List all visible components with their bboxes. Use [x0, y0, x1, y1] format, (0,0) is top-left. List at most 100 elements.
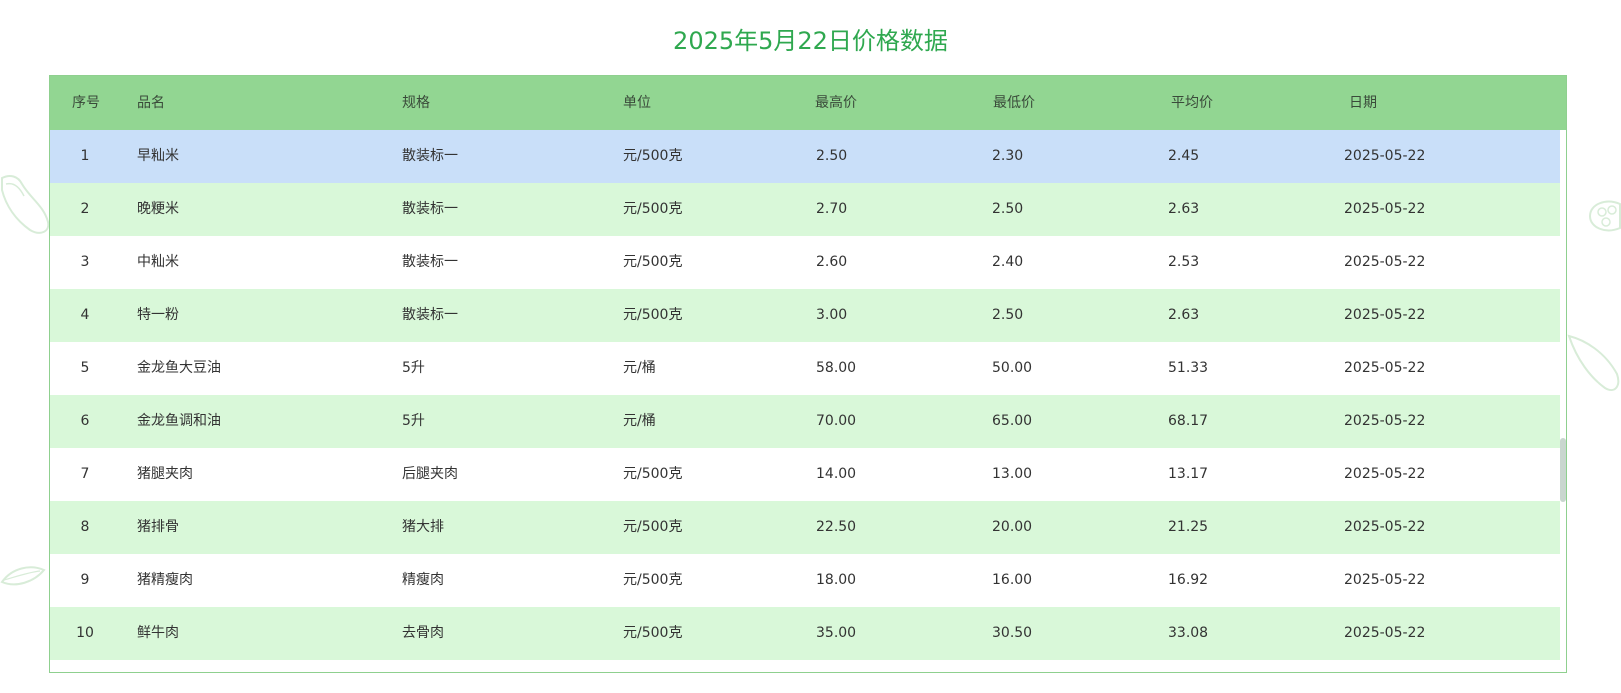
- header-unit[interactable]: 单位: [623, 76, 651, 130]
- cell-unit: 元/500克: [623, 201, 683, 217]
- cell-spec: 散装标一: [402, 201, 458, 217]
- header-high[interactable]: 最高价: [815, 76, 857, 130]
- table-row[interactable]: 7 猪腿夹肉 后腿夹肉 元/500克 14.00 13.00 13.17 202…: [50, 448, 1561, 501]
- cell-high: 70.00: [816, 413, 857, 429]
- cell-avg: 2.53: [1168, 254, 1200, 270]
- cell-unit: 元/500克: [623, 307, 683, 323]
- cell-high: 2.60: [816, 254, 848, 270]
- page-title: 2025年5月22日价格数据: [673, 27, 948, 55]
- cell-low: 2.40: [992, 254, 1024, 270]
- cell-high: 58.00: [816, 360, 857, 376]
- cell-date: 2025-05-22: [1344, 307, 1426, 323]
- cucumber-decoration-icon: [1567, 334, 1620, 392]
- table-row[interactable]: 8 猪排骨 猪大排 元/500克 22.50 20.00 21.25 2025-…: [50, 501, 1561, 554]
- cell-unit: 元/桶: [623, 413, 656, 429]
- cell-high: 35.00: [816, 625, 857, 641]
- cell-name: 鲜牛肉: [137, 625, 179, 641]
- table-row[interactable]: 5 金龙鱼大豆油 5升 元/桶 58.00 50.00 51.33 2025-0…: [50, 342, 1561, 395]
- cell-avg: 2.63: [1168, 307, 1200, 323]
- table-row[interactable]: 4 特一粉 散装标一 元/500克 3.00 2.50 2.63 2025-05…: [50, 289, 1561, 342]
- cell-date: 2025-05-22: [1344, 201, 1426, 217]
- cell-unit: 元/500克: [623, 572, 683, 588]
- cell-spec: 精瘦肉: [402, 572, 444, 588]
- cell-spec: 散装标一: [402, 254, 458, 270]
- table-row[interactable]: 1 早籼米 散装标一 元/500克 2.50 2.30 2.45 2025-05…: [50, 130, 1561, 183]
- cell-avg: 21.25: [1168, 519, 1209, 535]
- cell-name: 特一粉: [137, 307, 179, 323]
- cell-spec: 5升: [402, 413, 425, 429]
- header-low[interactable]: 最低价: [993, 76, 1035, 130]
- table-row[interactable]: 2 晚粳米 散装标一 元/500克 2.70 2.50 2.63 2025-05…: [50, 183, 1561, 236]
- cell-no: 6: [80, 413, 90, 429]
- cell-high: 14.00: [816, 466, 857, 482]
- cell-name: 猪腿夹肉: [137, 466, 193, 482]
- header-avg[interactable]: 平均价: [1171, 76, 1213, 130]
- header-spec[interactable]: 规格: [402, 76, 430, 130]
- price-page: 2025年5月22日价格数据 序号 品名 规格 单位 最高价 最低价 平均价 日…: [0, 0, 1621, 693]
- eggplant-decoration-icon: [0, 175, 50, 234]
- leaf-decoration-icon: [0, 566, 46, 586]
- cell-avg: 2.45: [1168, 148, 1200, 164]
- cell-avg: 2.63: [1168, 201, 1200, 217]
- cell-low: 2.50: [992, 307, 1024, 323]
- table-row[interactable]: 6 金龙鱼调和油 5升 元/桶 70.00 65.00 68.17 2025-0…: [50, 395, 1561, 448]
- table-row[interactable]: 9 猪精瘦肉 精瘦肉 元/500克 18.00 16.00 16.92 2025…: [50, 554, 1561, 607]
- vertical-scrollbar[interactable]: [1560, 130, 1566, 672]
- cell-high: 22.50: [816, 519, 857, 535]
- cell-avg: 13.17: [1168, 466, 1209, 482]
- cell-unit: 元/桶: [623, 360, 656, 376]
- cell-no: 9: [80, 572, 90, 588]
- cell-name: 中籼米: [137, 254, 179, 270]
- cell-high: 18.00: [816, 572, 857, 588]
- cell-date: 2025-05-22: [1344, 148, 1426, 164]
- cell-name: 猪精瘦肉: [137, 572, 193, 588]
- cell-high: 3.00: [816, 307, 848, 323]
- table-body: 1 早籼米 散装标一 元/500克 2.50 2.30 2.45 2025-05…: [50, 130, 1561, 660]
- scrollbar-thumb[interactable]: [1560, 438, 1566, 502]
- cell-date: 2025-05-22: [1344, 466, 1426, 482]
- cell-unit: 元/500克: [623, 466, 683, 482]
- cell-unit: 元/500克: [623, 148, 683, 164]
- cell-no: 7: [80, 466, 90, 482]
- header-date[interactable]: 日期: [1349, 76, 1377, 130]
- cell-name: 早籼米: [137, 148, 179, 164]
- cell-high: 2.70: [816, 201, 848, 217]
- cell-low: 65.00: [992, 413, 1033, 429]
- cell-spec: 后腿夹肉: [402, 466, 458, 482]
- cell-no: 8: [80, 519, 90, 535]
- header-name[interactable]: 品名: [137, 76, 165, 130]
- cell-date: 2025-05-22: [1344, 413, 1426, 429]
- cell-low: 2.50: [992, 201, 1024, 217]
- cell-spec: 散装标一: [402, 307, 458, 323]
- cell-unit: 元/500克: [623, 254, 683, 270]
- price-table: 序号 品名 规格 单位 最高价 最低价 平均价 日期 1 早籼米 散装标一 元/…: [49, 75, 1567, 673]
- table-row[interactable]: 10 鲜牛肉 去骨肉 元/500克 35.00 30.50 33.08 2025…: [50, 607, 1561, 660]
- cell-name: 晚粳米: [137, 201, 179, 217]
- cell-no: 4: [80, 307, 90, 323]
- cell-no: 2: [80, 201, 90, 217]
- header-no[interactable]: 序号: [72, 76, 100, 130]
- cell-no: 3: [80, 254, 90, 270]
- cell-no: 10: [76, 625, 94, 641]
- cell-low: 20.00: [992, 519, 1033, 535]
- cell-avg: 68.17: [1168, 413, 1209, 429]
- cell-date: 2025-05-22: [1344, 254, 1426, 270]
- cell-date: 2025-05-22: [1344, 519, 1426, 535]
- cell-low: 16.00: [992, 572, 1033, 588]
- table-row[interactable]: 3 中籼米 散装标一 元/500克 2.60 2.40 2.53 2025-05…: [50, 236, 1561, 289]
- cell-low: 50.00: [992, 360, 1033, 376]
- cell-no: 5: [80, 360, 90, 376]
- cell-unit: 元/500克: [623, 625, 683, 641]
- cell-spec: 5升: [402, 360, 425, 376]
- cell-spec: 猪大排: [402, 519, 444, 535]
- cell-unit: 元/500克: [623, 519, 683, 535]
- cell-date: 2025-05-22: [1344, 360, 1426, 376]
- cell-spec: 去骨肉: [402, 625, 444, 641]
- cell-low: 13.00: [992, 466, 1033, 482]
- cell-high: 2.50: [816, 148, 848, 164]
- cell-avg: 16.92: [1168, 572, 1209, 588]
- cell-name: 金龙鱼大豆油: [137, 360, 221, 376]
- cell-date: 2025-05-22: [1344, 625, 1426, 641]
- cell-low: 30.50: [992, 625, 1033, 641]
- cell-avg: 33.08: [1168, 625, 1209, 641]
